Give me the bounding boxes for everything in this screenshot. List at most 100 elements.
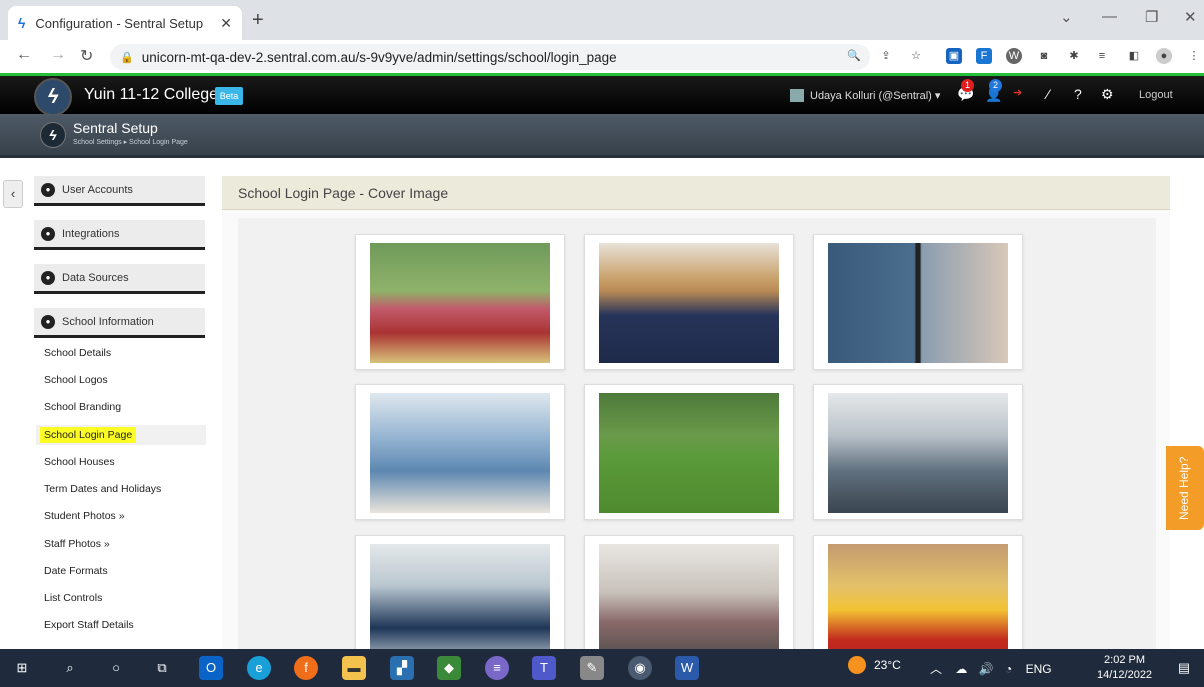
reading-list-icon[interactable]: ≡ (1094, 48, 1110, 64)
git-app-icon[interactable]: ◆ (437, 656, 461, 680)
new-tab-icon[interactable]: + (252, 9, 264, 32)
system-tray[interactable]: ︿ ☁ 🔊 ◔ ENG (930, 660, 1052, 677)
sidebar-item-export-staff-details[interactable]: Export Staff Details (36, 615, 206, 635)
wand-icon[interactable]: ⁄ (1047, 86, 1049, 102)
tab-search-icon[interactable]: ⌄ (1060, 8, 1073, 26)
volume-icon[interactable]: 🔊 (979, 662, 994, 676)
task-view-icon[interactable]: ⧉ (150, 656, 174, 680)
clock-date: 14/12/2022 (1097, 669, 1153, 681)
settings-gear-icon[interactable]: ⚙ (1101, 86, 1114, 103)
weather-widget[interactable]: 23°C (848, 656, 901, 674)
cover-image-card[interactable] (813, 384, 1023, 520)
close-tab-icon[interactable]: ✕ (220, 15, 232, 32)
profile-icon[interactable]: ● (1156, 48, 1172, 64)
sentral-logo[interactable]: ϟ (34, 78, 72, 116)
reload-icon[interactable]: ↻ (80, 46, 93, 66)
need-help-button[interactable]: Need Help? (1166, 446, 1204, 530)
section-data-sources[interactable]: ● Data Sources (34, 264, 205, 294)
eclipse-icon[interactable]: ≡ (485, 656, 509, 680)
file-explorer-icon[interactable]: ▬ (342, 656, 366, 680)
tab-title: Configuration - Sentral Setup (35, 15, 204, 31)
search-icon[interactable]: ⌕ (58, 656, 82, 680)
word-icon[interactable]: W (675, 656, 699, 680)
tray-chevron-icon[interactable]: ︿ (930, 662, 942, 676)
cover-image-sports-team (828, 544, 1008, 664)
taskbar-clock[interactable]: 2:02 PM 14/12/2022 (1097, 653, 1152, 683)
side-panel-icon[interactable]: ◧ (1126, 48, 1142, 64)
language-indicator[interactable]: ENG (1026, 662, 1052, 676)
sentral-favicon-icon: ϟ (18, 15, 26, 31)
minimize-icon[interactable]: — (1102, 8, 1117, 25)
back-icon[interactable]: ← (16, 46, 32, 64)
wifi-icon[interactable]: ◔ (1005, 662, 1012, 676)
section-integrations[interactable]: ● Integrations (34, 220, 205, 250)
browser-tab[interactable]: ϟ Configuration - Sentral Setup ✕ (8, 6, 242, 40)
logout-link[interactable]: Logout (1139, 89, 1173, 101)
section-bullet-icon: ● (41, 226, 55, 241)
cover-image-corridor (828, 393, 1008, 513)
help-icon[interactable]: ? (1074, 86, 1082, 102)
forward-icon[interactable]: → (50, 46, 66, 64)
sidebar-item-school-houses[interactable]: School Houses (36, 452, 206, 472)
user-menu[interactable]: Udaya Kolluri (@Sentral) ▾ (790, 89, 940, 102)
sidebar-item-school-branding[interactable]: School Branding (36, 397, 206, 417)
cover-image-card[interactable] (584, 384, 794, 520)
section-school-information[interactable]: ● School Information (34, 308, 205, 338)
college-name[interactable]: Yuin 11-12 College (84, 86, 218, 104)
cover-image-card[interactable] (813, 234, 1023, 370)
section-user-accounts[interactable]: ● User Accounts (34, 176, 205, 206)
signout-arrow-icon[interactable]: ➜ (1013, 86, 1022, 99)
bookmark-star-icon[interactable]: ☆ (908, 48, 924, 64)
outlook-icon[interactable]: O (199, 656, 223, 680)
setup-header-bar (0, 114, 1204, 158)
extension-icon[interactable]: F (976, 48, 992, 64)
section-bullet-icon: ● (41, 270, 55, 285)
sidebar-item-student-photos[interactable]: Student Photos » (36, 506, 206, 526)
cortana-icon[interactable]: ○ (104, 656, 128, 680)
section-label: School Information (62, 315, 154, 328)
notification-center-icon[interactable]: ▤ (1172, 656, 1196, 680)
paint-icon[interactable]: ✎ (580, 656, 604, 680)
cover-image-card[interactable] (355, 234, 565, 370)
sidebar-item-date-formats[interactable]: Date Formats (36, 561, 206, 581)
sidebar-item-school-logos[interactable]: School Logos (36, 370, 206, 390)
sidebar-item-school-login-page[interactable]: School Login Page (36, 425, 206, 445)
sidebar-item-school-details[interactable]: School Details (36, 343, 206, 363)
url-text: unicorn-mt-qa-dev-2.sentral.com.au/s-9v9… (141, 49, 617, 65)
cover-image-teacher-group (370, 393, 550, 513)
breadcrumb[interactable]: School Settings ▸ School Login Page (73, 138, 188, 146)
page-title: Sentral Setup (73, 120, 158, 136)
network-app-icon[interactable]: ▞ (390, 656, 414, 680)
cover-image-card[interactable] (584, 234, 794, 370)
sidebar-item-term-dates[interactable]: Term Dates and Holidays (36, 479, 206, 499)
extension-icon[interactable]: W (1006, 48, 1022, 64)
windows-start-icon[interactable]: ⊞ (10, 656, 34, 680)
close-window-icon[interactable]: ✕ (1184, 8, 1197, 26)
user-name: Udaya Kolluri (@Sentral) ▾ (810, 90, 941, 102)
panel-title: School Login Page - Cover Image (222, 176, 1170, 210)
puzzle-extensions-icon[interactable]: ✱ (1066, 48, 1082, 64)
cover-image-sports-field (599, 393, 779, 513)
share-icon[interactable]: ⇪ (878, 48, 894, 64)
temperature: 23°C (874, 658, 901, 672)
menu-kebab-icon[interactable]: ⋮ (1186, 48, 1202, 64)
url-bar[interactable]: 🔒 unicorn-mt-qa-dev-2.sentral.com.au/s-9… (110, 44, 870, 70)
cover-image-music-class (599, 243, 779, 363)
sidebar-item-list-controls[interactable]: List Controls (36, 588, 206, 608)
camera-extension-icon[interactable]: ◙ (1036, 48, 1052, 64)
teams-icon[interactable]: T (532, 656, 556, 680)
zoom-icon[interactable]: 🔍 (846, 48, 862, 64)
edge-icon[interactable]: e (247, 656, 271, 680)
restore-icon[interactable]: ❐ (1145, 8, 1158, 26)
user-avatar-icon (790, 89, 804, 102)
onedrive-icon[interactable]: ☁ (955, 662, 967, 676)
sidebar-item-label: School Login Page (40, 427, 137, 443)
extension-icon[interactable]: ▣ (946, 48, 962, 64)
collapse-sidebar-button[interactable]: ‹ (3, 180, 23, 208)
chrome-icon[interactable]: ◉ (628, 656, 652, 680)
section-bullet-icon: ● (41, 314, 55, 329)
sidebar-item-staff-photos[interactable]: Staff Photos » (36, 534, 206, 554)
cover-image-card[interactable] (355, 384, 565, 520)
firefox-icon[interactable]: f (294, 656, 318, 680)
section-label: Data Sources (62, 271, 129, 284)
